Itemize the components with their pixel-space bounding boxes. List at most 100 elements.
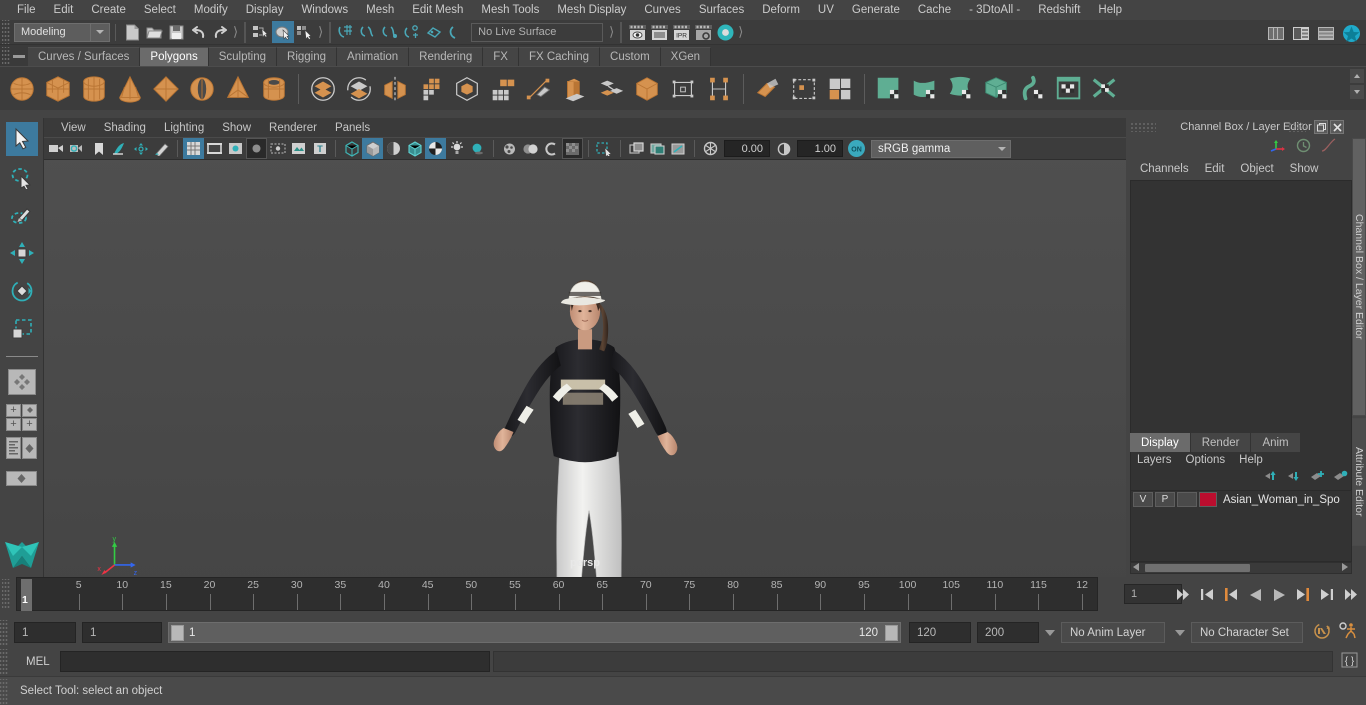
range-slider-grip[interactable]	[0, 620, 8, 645]
uv-automatic-icon[interactable]	[979, 71, 1015, 107]
menu-item-edit[interactable]: Edit	[45, 0, 83, 20]
grease-pencil-icon[interactable]	[151, 138, 172, 159]
viewport-menu-panels[interactable]: Panels	[326, 122, 379, 134]
undo-icon[interactable]	[187, 21, 209, 43]
render-view-icon[interactable]	[626, 21, 648, 43]
xray-joints-icon[interactable]	[626, 138, 647, 159]
play-backwards-icon[interactable]	[1244, 584, 1266, 605]
display-layer-list[interactable]: V P Asian_Woman_in_Spo	[1130, 490, 1352, 562]
menu-item-mesh[interactable]: Mesh	[357, 0, 403, 20]
use-all-lights-icon[interactable]	[446, 138, 467, 159]
gamma-icon[interactable]	[773, 138, 794, 159]
quad-draw-icon[interactable]	[822, 71, 858, 107]
exposure-field[interactable]: 0.00	[724, 140, 770, 157]
film-gate-icon[interactable]	[204, 138, 225, 159]
snap-view-plane-icon[interactable]	[423, 21, 445, 43]
select-by-component-icon[interactable]	[294, 21, 316, 43]
mirror-geometry-icon[interactable]	[377, 71, 413, 107]
smooth-icon[interactable]	[413, 71, 449, 107]
step-back-frame-icon[interactable]	[1220, 584, 1242, 605]
menu-item-redshift[interactable]: Redshift	[1029, 0, 1089, 20]
range-end-time-field[interactable]: 120	[909, 622, 971, 643]
channel-menu-edit[interactable]: Edit	[1197, 163, 1233, 175]
four-view-layout[interactable]: + + +	[6, 403, 38, 431]
menu-item-3dtoall[interactable]: - 3DtoAll -	[960, 0, 1029, 20]
render-region-icon[interactable]	[648, 21, 670, 43]
scroll-left-arrow-icon[interactable]	[1133, 562, 1140, 574]
channel-box-toggle-icon[interactable]	[1290, 22, 1312, 44]
layer-tab-render[interactable]: Render	[1190, 433, 1252, 452]
texture-toggle-icon[interactable]: T	[309, 138, 330, 159]
shelf-tab-sculpting[interactable]: Sculpting	[208, 47, 278, 66]
layer-menu-options[interactable]: Options	[1179, 454, 1233, 466]
anim-layer-dropdown[interactable]: No Anim Layer	[1061, 622, 1165, 643]
color-management-dropdown[interactable]: sRGB gamma	[871, 139, 1011, 158]
menu-item-deform[interactable]: Deform	[753, 0, 809, 20]
range-slider-left-handle[interactable]	[171, 624, 184, 641]
move-layer-up-icon[interactable]	[1264, 470, 1279, 485]
xray-icon[interactable]	[288, 138, 309, 159]
play-forwards-icon[interactable]	[1268, 584, 1290, 605]
command-line-grip[interactable]	[0, 649, 8, 674]
poly-cylinder-icon[interactable]	[76, 71, 112, 107]
move-tool[interactable]	[6, 236, 38, 270]
lasso-select-tool[interactable]	[6, 160, 38, 194]
status-bar-grip[interactable]	[0, 678, 8, 704]
resolution-gate-icon[interactable]	[225, 138, 246, 159]
menu-item-edit-mesh[interactable]: Edit Mesh	[403, 0, 472, 20]
viewport-menu-shading[interactable]: Shading	[95, 122, 155, 134]
menu-item-mesh-tools[interactable]: Mesh Tools	[472, 0, 548, 20]
snap-grid-icon[interactable]	[335, 21, 357, 43]
ipr-render-icon[interactable]: IPR	[670, 21, 692, 43]
extrude-icon[interactable]	[485, 71, 521, 107]
range-start-time-field[interactable]: 1	[82, 622, 162, 643]
layout-cell-1[interactable]: +	[6, 403, 21, 417]
uv-cut-icon[interactable]	[1087, 71, 1123, 107]
layer-name-label[interactable]: Asian_Woman_in_Spo	[1219, 494, 1340, 506]
bevel-icon[interactable]	[557, 71, 593, 107]
channel-menu-channels[interactable]: Channels	[1132, 163, 1197, 175]
shelf-tab-fx-caching[interactable]: FX Caching	[518, 47, 601, 66]
render-settings-icon[interactable]	[692, 21, 714, 43]
isolate-select-icon[interactable]	[594, 138, 615, 159]
display-layer-row[interactable]: V P Asian_Woman_in_Spo	[1131, 491, 1351, 508]
bridge-icon[interactable]	[593, 71, 629, 107]
shelf-menu-icon[interactable]	[10, 47, 28, 66]
new-layer-icon[interactable]	[1310, 470, 1325, 485]
step-back-keyframe-icon[interactable]	[1196, 584, 1218, 605]
layer-tab-display[interactable]: Display	[1130, 433, 1191, 452]
layer-visibility-toggle[interactable]: V	[1133, 492, 1153, 507]
poly-torus-icon[interactable]	[184, 71, 220, 107]
uv-unfold-icon[interactable]	[1015, 71, 1051, 107]
combine-icon[interactable]	[305, 71, 341, 107]
shelf-tab-animation[interactable]: Animation	[337, 47, 410, 66]
collapse-group-icon-4[interactable]: ⟩	[736, 24, 745, 40]
hypergraph-pane-icon[interactable]	[6, 470, 37, 486]
color-management-toggle-icon[interactable]: ON	[846, 138, 867, 159]
menu-item-help[interactable]: Help	[1089, 0, 1131, 20]
shelf-tab-curves-surfaces[interactable]: Curves / Surfaces	[28, 47, 141, 66]
attribute-editor-toggle-icon[interactable]	[1315, 22, 1337, 44]
tool-settings-toggle-icon[interactable]	[1340, 22, 1362, 44]
poly-transfer-icon[interactable]	[701, 71, 737, 107]
xray-active-components-icon[interactable]	[647, 138, 668, 159]
chevron-down-icon[interactable]	[998, 141, 1006, 157]
persp-pane-icon[interactable]	[22, 437, 37, 459]
step-forward-frame-icon[interactable]	[1292, 584, 1314, 605]
animation-end-time-field[interactable]: 200	[977, 622, 1039, 643]
make-live-icon[interactable]	[445, 21, 467, 43]
curve-graph-icon[interactable]	[1321, 138, 1336, 156]
poly-sphere-icon[interactable]	[4, 71, 40, 107]
wireframe-icon[interactable]	[341, 138, 362, 159]
menu-item-modify[interactable]: Modify	[185, 0, 237, 20]
single-perspective-layout[interactable]	[6, 365, 38, 399]
shaded-wireframe-icon[interactable]	[404, 138, 425, 159]
select-camera-icon[interactable]	[46, 138, 67, 159]
viewport-display-icon[interactable]	[562, 138, 583, 159]
auto-key-icon[interactable]	[1313, 622, 1332, 643]
shelf-tab-rigging[interactable]: Rigging	[277, 47, 338, 66]
gamma-field[interactable]: 1.00	[797, 140, 843, 157]
uv-planar-icon[interactable]	[907, 71, 943, 107]
layer-tab-anim[interactable]: Anim	[1251, 433, 1301, 452]
anim-clock-icon[interactable]	[1296, 138, 1311, 156]
